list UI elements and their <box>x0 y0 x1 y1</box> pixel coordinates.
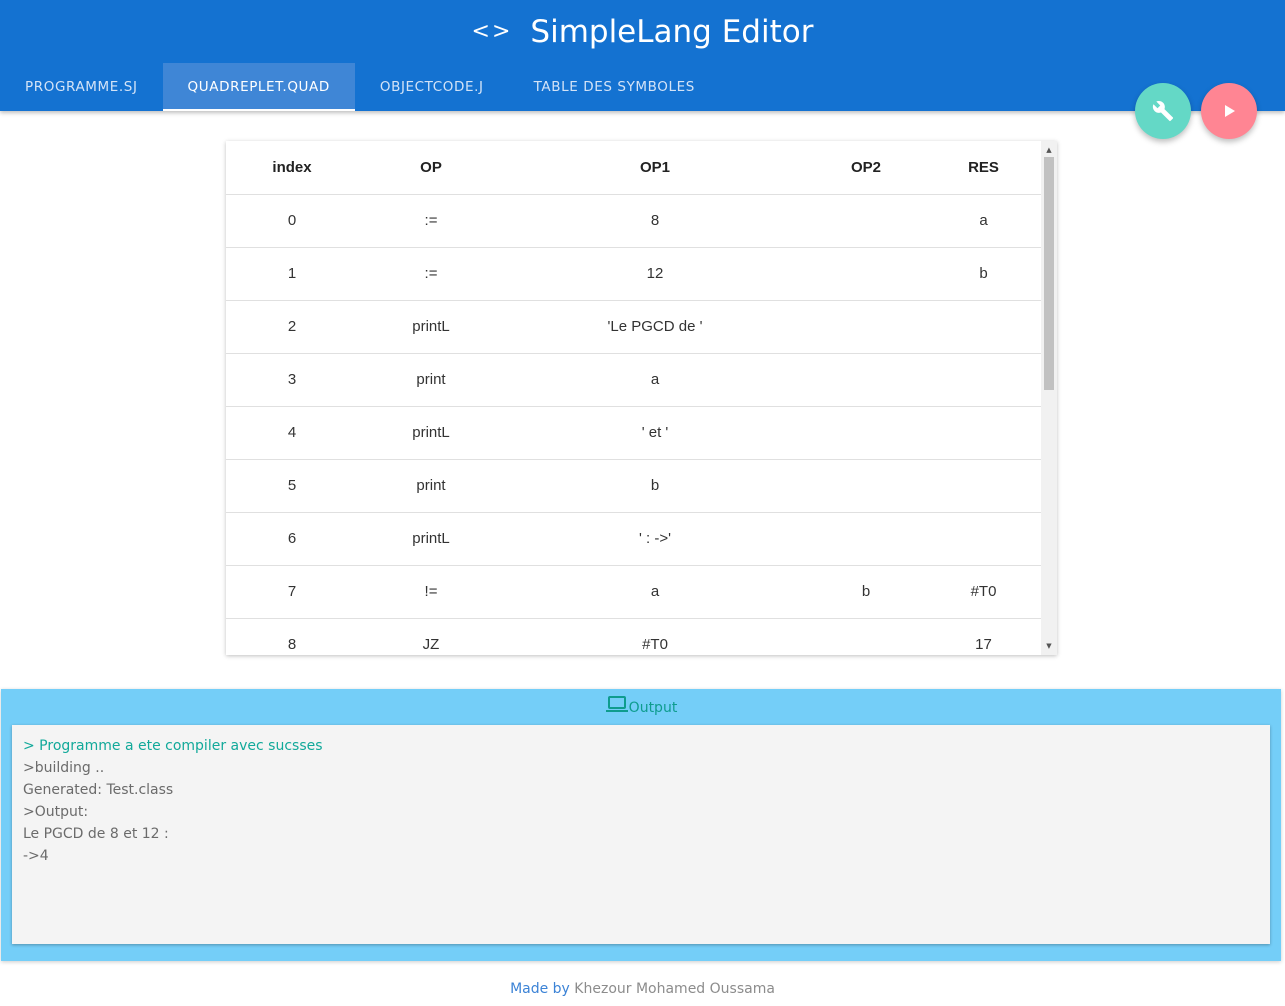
cell-index: 1 <box>226 247 358 301</box>
cell-index: 4 <box>226 406 358 460</box>
column-header-res: RES <box>926 141 1041 195</box>
footer-made-by: Made by <box>510 981 570 997</box>
cell-op1: 'Le PGCD de ' <box>504 300 806 354</box>
column-header-op1: OP1 <box>504 141 806 195</box>
cell-index: 7 <box>226 565 358 619</box>
cell-res <box>926 459 1041 513</box>
table-row: 6 printL ' : ->' <box>226 512 1041 566</box>
cell-res: b <box>926 247 1041 301</box>
tab-objectcode[interactable]: OBJECTCODE.J <box>355 63 509 111</box>
output-line: Le PGCD de 8 et 12 : <box>23 826 169 842</box>
column-header-index: index <box>226 141 358 195</box>
scrollbar-thumb[interactable] <box>1044 157 1054 390</box>
cell-op2 <box>806 618 926 655</box>
cell-res <box>926 512 1041 566</box>
cell-op1: a <box>504 565 806 619</box>
output-line: Generated: Test.class <box>23 782 174 798</box>
scroll-up-arrow-icon[interactable]: ▲ <box>1041 143 1057 157</box>
cell-res <box>926 406 1041 460</box>
cell-op1: ' : ->' <box>504 512 806 566</box>
table-row: 3 print a <box>226 353 1041 407</box>
cell-index: 0 <box>226 194 358 248</box>
tab-quadreplet[interactable]: QUADREPLET.QUAD <box>162 63 356 111</box>
cell-op2 <box>806 300 926 354</box>
footer-author: Khezour Mohamed Oussama <box>574 981 775 997</box>
quadruplet-table-viewport[interactable]: index OP OP1 OP2 RES 0 := 8 a 1 := 12 b … <box>226 141 1041 655</box>
cell-op: print <box>358 353 504 407</box>
cell-op: := <box>358 194 504 248</box>
cell-op2: b <box>806 565 926 619</box>
cell-res <box>926 353 1041 407</box>
cell-op2 <box>806 194 926 248</box>
output-line: ->4 <box>23 848 49 864</box>
laptop-icon <box>605 691 629 729</box>
table-row: 0 := 8 a <box>226 194 1041 248</box>
cell-op2 <box>806 247 926 301</box>
cell-op2 <box>806 353 926 407</box>
app-brand: <> SimpleLang Editor <box>0 12 1285 52</box>
cell-op1: 8 <box>504 194 806 248</box>
cell-op1: 12 <box>504 247 806 301</box>
cell-index: 5 <box>226 459 358 513</box>
column-header-op2: OP2 <box>806 141 926 195</box>
cell-index: 6 <box>226 512 358 566</box>
wrench-icon <box>1152 101 1174 122</box>
cell-res <box>926 300 1041 354</box>
cell-op: printL <box>358 300 504 354</box>
cell-index: 8 <box>226 618 358 655</box>
cell-op1: #T0 <box>504 618 806 655</box>
output-header: Output <box>1 689 1281 725</box>
cell-op2 <box>806 512 926 566</box>
cell-op1: b <box>504 459 806 513</box>
cell-res: #T0 <box>926 565 1041 619</box>
scroll-down-arrow-icon[interactable]: ▼ <box>1041 639 1057 653</box>
footer: Made by Khezour Mohamed Oussama <box>0 981 1285 997</box>
cell-op2 <box>806 459 926 513</box>
quadruplet-table-card: index OP OP1 OP2 RES 0 := 8 a 1 := 12 b … <box>226 141 1057 655</box>
code-icon: <> <box>471 19 513 44</box>
output-console: > Programme a ete compiler avec sucsses … <box>12 725 1270 944</box>
table-scrollbar[interactable]: ▲ ▼ <box>1041 141 1057 655</box>
cell-op1: ' et ' <box>504 406 806 460</box>
quadruplet-table: index OP OP1 OP2 RES 0 := 8 a 1 := 12 b … <box>226 141 1041 655</box>
app-header: <> SimpleLang Editor PROGRAMME.SJ QUADREP… <box>0 0 1285 111</box>
cell-op: printL <box>358 406 504 460</box>
table-row: 8 JZ #T0 17 <box>226 618 1041 655</box>
cell-index: 3 <box>226 353 358 407</box>
output-panel: Output > Programme a ete compiler avec s… <box>1 689 1281 961</box>
play-icon <box>1225 105 1235 117</box>
tab-programme[interactable]: PROGRAMME.SJ <box>0 63 163 111</box>
output-title: Output <box>628 700 678 716</box>
cell-op1: a <box>504 353 806 407</box>
build-button[interactable] <box>1135 83 1191 139</box>
cell-res: 17 <box>926 618 1041 655</box>
tab-bar: PROGRAMME.SJ QUADREPLET.QUAD OBJECTCODE.… <box>0 63 720 111</box>
output-success-line: > Programme a ete compiler avec sucsses <box>23 738 323 754</box>
output-line: >Output: <box>23 804 89 820</box>
table-row: 4 printL ' et ' <box>226 406 1041 460</box>
table-row: 5 print b <box>226 459 1041 513</box>
table-header-row: index OP OP1 OP2 RES <box>226 141 1041 195</box>
cell-op2 <box>806 406 926 460</box>
cell-op: != <box>358 565 504 619</box>
table-row: 7 != a b #T0 <box>226 565 1041 619</box>
cell-op: := <box>358 247 504 301</box>
cell-index: 2 <box>226 300 358 354</box>
table-row: 1 := 12 b <box>226 247 1041 301</box>
app-title: SimpleLang Editor <box>530 14 814 50</box>
run-button[interactable] <box>1201 83 1257 139</box>
cell-op: print <box>358 459 504 513</box>
cell-op: JZ <box>358 618 504 655</box>
table-row: 2 printL 'Le PGCD de ' <box>226 300 1041 354</box>
column-header-op: OP <box>358 141 504 195</box>
cell-op: printL <box>358 512 504 566</box>
output-line: >building .. <box>23 760 105 776</box>
tab-symbol-table[interactable]: TABLE DES SYMBOLES <box>509 63 720 111</box>
cell-res: a <box>926 194 1041 248</box>
